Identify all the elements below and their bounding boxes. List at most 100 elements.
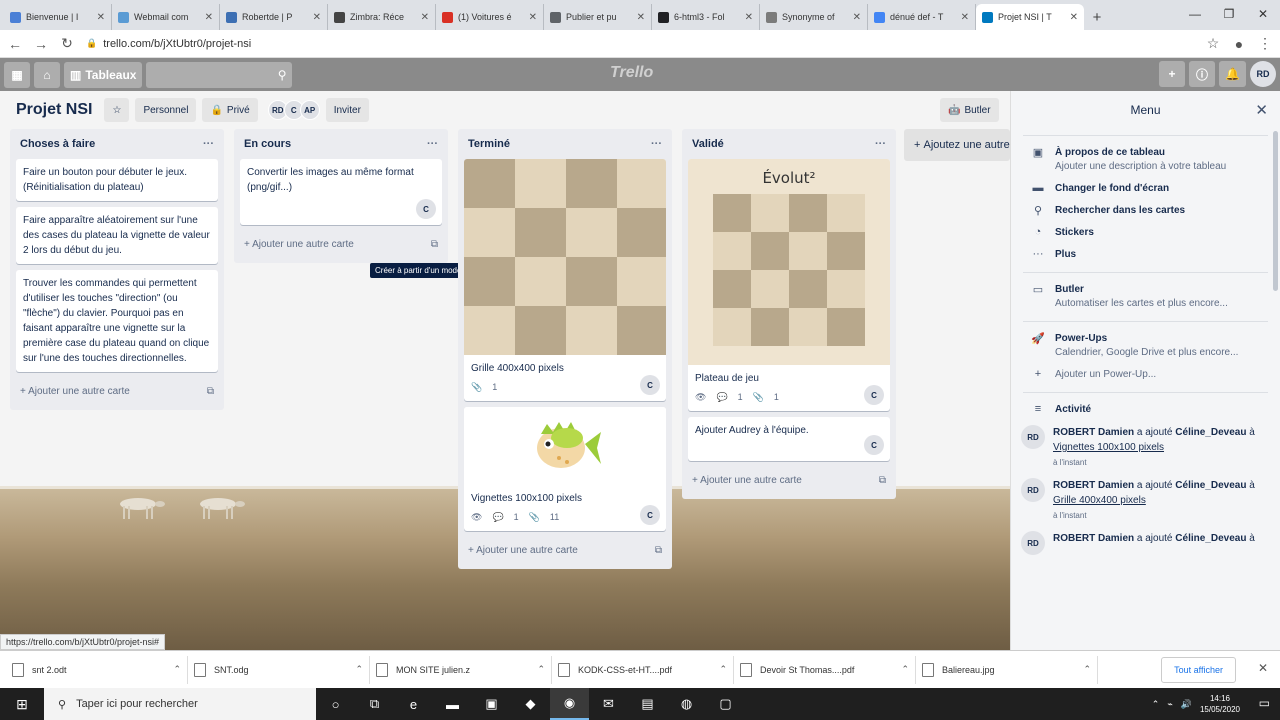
browser-menu-icon[interactable]: ⋮ xyxy=(1258,35,1272,52)
home-button[interactable]: ⌂ xyxy=(34,61,60,88)
list-header[interactable]: Validé ··· xyxy=(688,129,890,159)
card-member-avatar[interactable]: C xyxy=(640,505,660,525)
browser-tab[interactable]: Synonyme of ✕ xyxy=(760,4,868,30)
tab-close-icon[interactable]: ✕ xyxy=(961,12,969,23)
browser-tab[interactable]: Bienvenue | I ✕ xyxy=(4,4,112,30)
download-item[interactable]: Devoir St Thomas....pdf ⌃ xyxy=(734,655,916,684)
chevron-up-icon[interactable]: ⌃ xyxy=(1152,699,1160,710)
activity-avatar[interactable]: RD xyxy=(1021,531,1045,555)
add-card-button[interactable]: + Ajouter une autre carte ⧉ xyxy=(464,537,666,563)
bookmark-star-icon[interactable]: ☆ xyxy=(1206,35,1220,52)
back-icon[interactable]: ← xyxy=(8,36,22,52)
info-button[interactable]: ⓘ xyxy=(1189,61,1216,87)
activity-card-link[interactable]: Grille 400x400 pixels xyxy=(1053,495,1146,506)
close-window-icon[interactable]: ✕ xyxy=(1246,0,1280,28)
card[interactable]: Faire un bouton pour débuter le jeux. (R… xyxy=(16,159,218,201)
menu-item[interactable]: ⚲ Rechercher dans les cartes xyxy=(1011,200,1280,222)
chevron-up-icon[interactable]: ⌃ xyxy=(537,664,545,675)
chevron-up-icon[interactable]: ⌃ xyxy=(355,664,363,675)
download-item[interactable]: KODK-CSS-et-HT....pdf ⌃ xyxy=(552,655,734,684)
butler-button[interactable]: 🤖 Butler xyxy=(940,98,999,122)
browser-tab[interactable]: (1) Voitures é ✕ xyxy=(436,4,544,30)
network-icon[interactable]: ⌁ xyxy=(1167,699,1172,710)
activity-avatar[interactable]: RD xyxy=(1021,478,1045,502)
member-avatar[interactable]: AP xyxy=(299,100,320,120)
activity-user[interactable]: ROBERT Damien xyxy=(1053,533,1134,544)
notifications-button[interactable]: 🔔 xyxy=(1219,61,1246,87)
browser-tab[interactable]: Projet NSI | T ✕ xyxy=(976,4,1084,30)
browser-tab[interactable]: Publier et pu ✕ xyxy=(544,4,652,30)
forward-icon[interactable]: → xyxy=(34,36,48,52)
list-menu-icon[interactable]: ··· xyxy=(651,138,662,150)
cortana-icon[interactable]: ○ xyxy=(316,688,355,720)
browser-tab[interactable]: Webmail com ✕ xyxy=(112,4,220,30)
menu-item-butler[interactable]: ▭ Butler Automatiser les cartes et plus e… xyxy=(1011,279,1280,315)
add-powerup-link[interactable]: + Ajouter un Power-Up... xyxy=(1011,364,1280,386)
invite-button[interactable]: Inviter xyxy=(325,98,369,122)
user-avatar[interactable]: RD xyxy=(1250,61,1276,87)
tab-close-icon[interactable]: ✕ xyxy=(853,12,861,23)
menu-item[interactable]: ▬ Changer le fond d'écran xyxy=(1011,178,1280,200)
list-title[interactable]: Validé xyxy=(692,138,724,150)
document-icon[interactable]: ▤ xyxy=(628,688,667,720)
menu-item[interactable]: ··· Plus xyxy=(1011,244,1280,266)
windows-start-icon[interactable]: ⊞ xyxy=(0,688,44,720)
profile-icon[interactable]: ● xyxy=(1232,36,1246,52)
menu-item[interactable]: ◔ Stickers xyxy=(1011,222,1280,244)
browser-tab[interactable]: Zimbra: Réce ✕ xyxy=(328,4,436,30)
browser-tab[interactable]: dénué def - T ✕ xyxy=(868,4,976,30)
url-field[interactable]: 🔒 trello.com/b/jXtUbtr0/projet-nsi xyxy=(86,33,1194,55)
volume-icon[interactable]: 🔊 xyxy=(1181,699,1192,710)
list-title[interactable]: En cours xyxy=(244,138,291,150)
list-menu-icon[interactable]: ··· xyxy=(427,138,438,150)
task-view-icon[interactable]: ⧉ xyxy=(355,688,394,720)
activity-user[interactable]: ROBERT Damien xyxy=(1053,480,1134,491)
tab-close-icon[interactable]: ✕ xyxy=(421,12,429,23)
browser-tab[interactable]: Robertde | P ✕ xyxy=(220,4,328,30)
menu-scrollbar[interactable] xyxy=(1273,131,1278,291)
apps-button[interactable]: ▦ xyxy=(4,61,30,88)
add-card-button[interactable]: + Ajouter une autre carte ⧉ xyxy=(688,467,890,493)
card[interactable]: Grille 400x400 pixels 📎 1 C xyxy=(464,159,666,401)
app-icon[interactable]: ◆ xyxy=(511,688,550,720)
app-icon[interactable]: ▢ xyxy=(706,688,745,720)
list-menu-icon[interactable]: ··· xyxy=(203,138,214,150)
activity-card-link[interactable]: Vignettes 100x100 pixels xyxy=(1053,442,1164,453)
list-menu-icon[interactable]: ··· xyxy=(875,138,886,150)
card[interactable]: Vignettes 100x100 pixels 👁 💬 1 📎 11 C xyxy=(464,407,666,531)
template-icon[interactable]: ⧉ xyxy=(431,239,438,250)
board-title[interactable]: Projet NSI xyxy=(16,101,92,119)
minimize-icon[interactable]: — xyxy=(1178,0,1212,28)
chevron-up-icon[interactable]: ⌃ xyxy=(173,664,181,675)
card-member-avatar[interactable]: C xyxy=(864,435,884,455)
add-card-button[interactable]: + Ajouter une autre carte ⧉ xyxy=(16,378,218,404)
mail-icon[interactable]: ✉ xyxy=(589,688,628,720)
download-item[interactable]: MON SITE julien.z ⌃ xyxy=(370,655,552,684)
tab-close-icon[interactable]: ✕ xyxy=(529,12,537,23)
tab-close-icon[interactable]: ✕ xyxy=(97,12,105,23)
trello-logo[interactable]: Trello xyxy=(610,64,653,82)
activity-user[interactable]: ROBERT Damien xyxy=(1053,427,1134,438)
chevron-up-icon[interactable]: ⌃ xyxy=(719,664,727,675)
card[interactable]: Convertir les images au même format (png… xyxy=(240,159,442,225)
menu-item[interactable]: ▣ À propos de ce tableau Ajouter une descr… xyxy=(1011,142,1280,178)
reload-icon[interactable]: ↻ xyxy=(60,35,74,52)
store-icon[interactable]: ▣ xyxy=(472,688,511,720)
list-title[interactable]: Terminé xyxy=(468,138,510,150)
card[interactable]: Trouver les commandes qui permettent d'u… xyxy=(16,270,218,372)
card[interactable]: Faire apparaître aléatoirement sur l'une… xyxy=(16,207,218,264)
template-icon[interactable]: ⧉ xyxy=(655,545,662,556)
taskbar-search[interactable]: ⚲ Taper ici pour rechercher xyxy=(44,688,316,720)
activity-target[interactable]: Céline_Deveau xyxy=(1175,480,1246,491)
card[interactable]: Ajouter Audrey à l'équipe. C xyxy=(688,417,890,461)
create-button[interactable]: + xyxy=(1159,61,1186,87)
list-header[interactable]: Terminé ··· xyxy=(464,129,666,159)
list-header[interactable]: En cours ··· xyxy=(240,129,442,159)
close-icon[interactable]: ✕ xyxy=(1255,101,1268,119)
menu-item-powerups[interactable]: 🚀 Power-Ups Calendrier, Google Drive et p… xyxy=(1011,328,1280,364)
new-tab-icon[interactable]: + xyxy=(1084,4,1110,30)
template-icon[interactable]: ⧉ xyxy=(879,475,886,486)
add-card-button[interactable]: + Ajouter une autre carte ⧉ xyxy=(240,231,442,257)
chrome-icon[interactable]: ◉ xyxy=(550,688,589,720)
close-icon[interactable]: ✕ xyxy=(1258,661,1268,675)
